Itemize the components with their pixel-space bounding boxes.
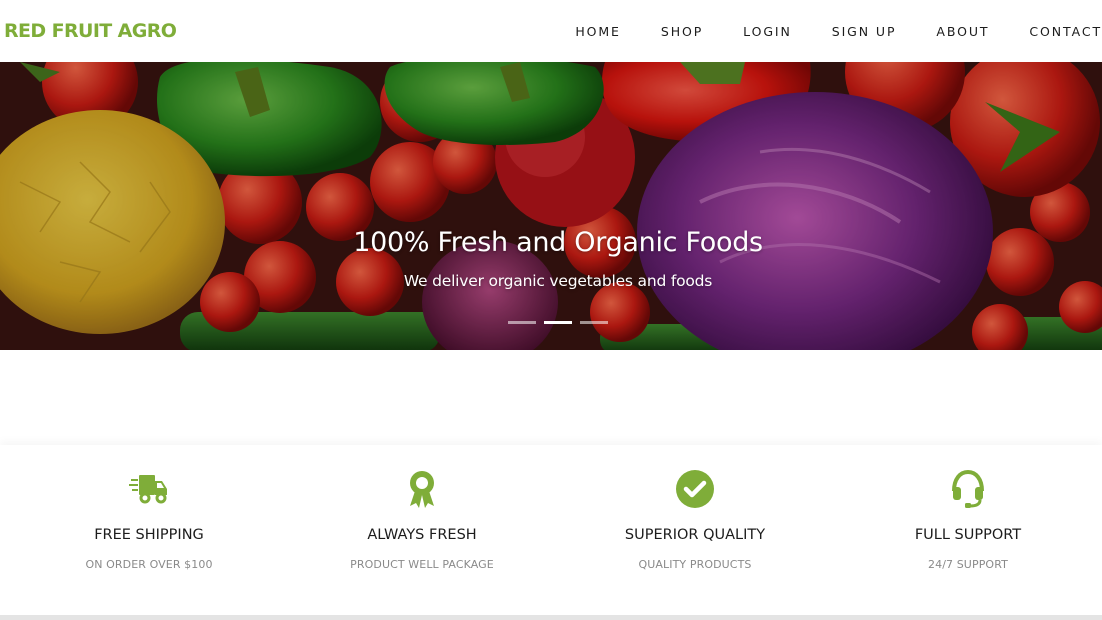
brand-logo[interactable]: RED FRUIT AGRO [4, 20, 177, 42]
carousel-dot-2[interactable] [544, 321, 572, 324]
feature-title: SUPERIOR QUALITY [624, 527, 766, 543]
carousel-indicators [508, 321, 616, 324]
nav-sign-up[interactable]: SIGN UP [832, 24, 897, 39]
check-circle-icon [676, 470, 714, 508]
headset-icon [952, 469, 984, 508]
main-menu: HOME SHOP LOGIN SIGN UP ABOUT CONTACT [535, 24, 1102, 39]
nav-contact[interactable]: CONTACT [1029, 24, 1102, 39]
feature-subtitle: ON ORDER OVER $100 [85, 558, 213, 571]
hero-subtitle: We deliver organic vegetables and foods [403, 272, 713, 290]
hero-carousel: 100% Fresh and Organic Foods We deliver … [0, 62, 1102, 350]
feature-subtitle: 24/7 SUPPORT [928, 558, 1008, 571]
carousel-dot-3[interactable] [580, 321, 608, 324]
navbar: RED FRUIT AGRO HOME SHOP LOGIN SIGN UP A… [0, 0, 1102, 62]
hero-title: 100% Fresh and Organic Foods [353, 227, 763, 258]
hero-overlay [0, 62, 1102, 350]
feature-subtitle: PRODUCT WELL PACKAGE [350, 558, 494, 571]
truck-icon [129, 475, 167, 504]
award-ribbon-icon [410, 471, 434, 508]
feature-title: ALWAYS FRESH [367, 527, 477, 543]
nav-login[interactable]: LOGIN [743, 24, 792, 39]
nav-shop[interactable]: SHOP [661, 24, 703, 39]
nav-home[interactable]: HOME [575, 24, 621, 39]
feature-title: FREE SHIPPING [94, 527, 204, 543]
section-divider [0, 615, 1102, 620]
feature-title: FULL SUPPORT [914, 527, 1022, 543]
features-section: FREE SHIPPING ON ORDER OVER $100 ALWAYS … [0, 445, 1102, 615]
nav-about[interactable]: ABOUT [936, 24, 989, 39]
feature-subtitle: QUALITY PRODUCTS [638, 558, 752, 571]
carousel-dot-1[interactable] [508, 321, 536, 324]
